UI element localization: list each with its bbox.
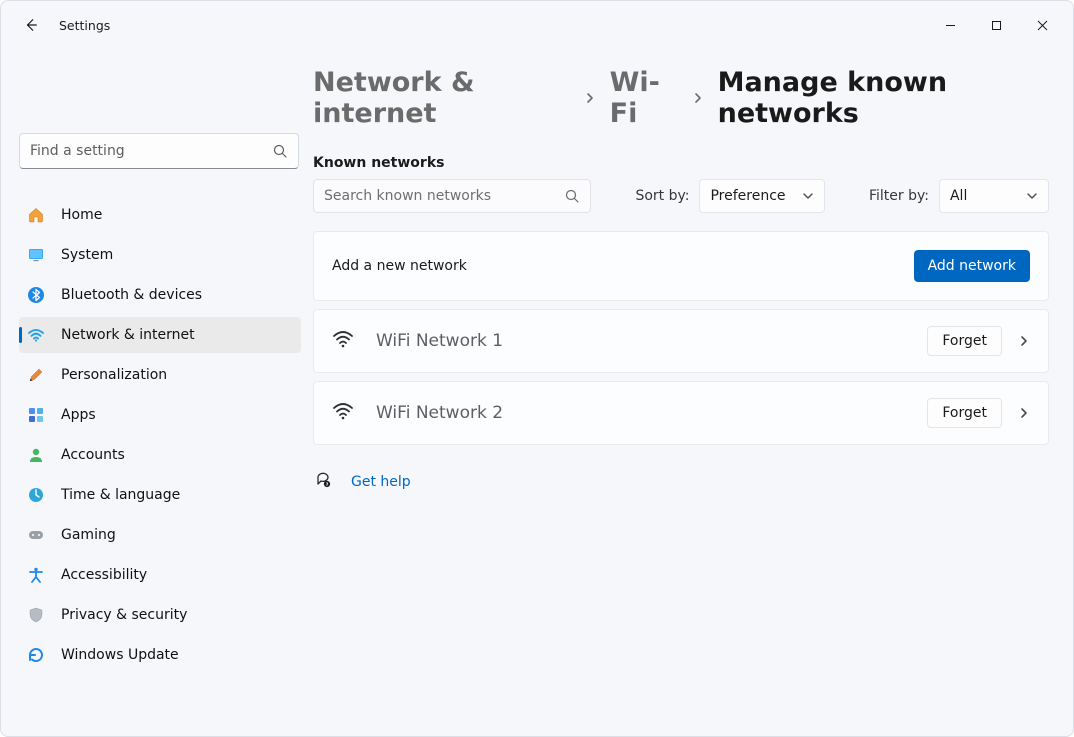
chevron-down-icon bbox=[1026, 187, 1038, 206]
sidebar-item-label: Accounts bbox=[61, 447, 125, 463]
bluetooth-icon bbox=[27, 286, 45, 304]
wifi-icon bbox=[332, 328, 354, 354]
wifi-icon bbox=[27, 326, 45, 344]
sidebar-item-label: Windows Update bbox=[61, 647, 179, 663]
search-settings[interactable] bbox=[19, 133, 299, 169]
search-icon bbox=[564, 188, 580, 204]
main-content: Network & internet Wi-Fi Manage known ne… bbox=[313, 49, 1073, 736]
chevron-right-icon bbox=[692, 88, 704, 109]
chevron-right-icon bbox=[584, 88, 596, 109]
sidebar-item-gaming[interactable]: Gaming bbox=[19, 517, 301, 553]
sidebar-item-accounts[interactable]: Accounts bbox=[19, 437, 301, 473]
sidebar-item-system[interactable]: System bbox=[19, 237, 301, 273]
apps-icon bbox=[27, 406, 45, 424]
breadcrumb-wifi[interactable]: Wi-Fi bbox=[610, 67, 678, 129]
search-icon bbox=[272, 143, 288, 159]
page-title: Manage known networks bbox=[718, 67, 1049, 129]
back-arrow-icon bbox=[24, 18, 38, 32]
sort-by-group: Sort by: Preference bbox=[635, 179, 824, 213]
search-known-networks[interactable] bbox=[313, 179, 591, 213]
sidebar-item-privacy[interactable]: Privacy & security bbox=[19, 597, 301, 633]
sidebar-item-label: Network & internet bbox=[61, 327, 195, 343]
sidebar: Home System Bluetooth & devices bbox=[1, 49, 313, 736]
personalization-icon bbox=[27, 366, 45, 384]
sort-by-label: Sort by: bbox=[635, 188, 689, 204]
title-bar: Settings bbox=[1, 1, 1073, 49]
windows-update-icon bbox=[27, 646, 45, 664]
filter-by-dropdown[interactable]: All bbox=[939, 179, 1049, 213]
sidebar-item-accessibility[interactable]: Accessibility bbox=[19, 557, 301, 593]
filter-by-value: All bbox=[950, 188, 967, 204]
sidebar-item-windows-update[interactable]: Windows Update bbox=[19, 637, 301, 673]
maximize-button[interactable] bbox=[973, 10, 1019, 40]
sort-by-dropdown[interactable]: Preference bbox=[699, 179, 824, 213]
sort-by-value: Preference bbox=[710, 188, 785, 204]
sidebar-item-label: Privacy & security bbox=[61, 607, 187, 623]
sidebar-item-personalization[interactable]: Personalization bbox=[19, 357, 301, 393]
sidebar-item-bluetooth[interactable]: Bluetooth & devices bbox=[19, 277, 301, 313]
sidebar-item-apps[interactable]: Apps bbox=[19, 397, 301, 433]
app-title: Settings bbox=[59, 18, 110, 33]
forget-button[interactable]: Forget bbox=[927, 326, 1002, 356]
network-name: WiFi Network 1 bbox=[376, 331, 503, 351]
minimize-button[interactable] bbox=[927, 10, 973, 40]
get-help-row: ? Get help bbox=[313, 471, 1049, 493]
sidebar-item-label: Bluetooth & devices bbox=[61, 287, 202, 303]
add-network-text: Add a new network bbox=[332, 258, 467, 274]
gaming-icon bbox=[27, 526, 45, 544]
sidebar-item-home[interactable]: Home bbox=[19, 197, 301, 233]
forget-button[interactable]: Forget bbox=[927, 398, 1002, 428]
controls-row: Sort by: Preference Filter by: All bbox=[313, 179, 1049, 213]
sidebar-item-network[interactable]: Network & internet bbox=[19, 317, 301, 353]
close-icon bbox=[1037, 20, 1048, 31]
settings-window: Settings bbox=[0, 0, 1074, 737]
home-icon bbox=[27, 206, 45, 224]
network-actions: Forget bbox=[927, 326, 1030, 356]
minimize-icon bbox=[945, 20, 956, 31]
accessibility-icon bbox=[27, 566, 45, 584]
chevron-right-icon bbox=[1018, 404, 1030, 423]
filter-by-label: Filter by: bbox=[869, 188, 929, 204]
network-name: WiFi Network 2 bbox=[376, 403, 503, 423]
sidebar-item-label: System bbox=[61, 247, 113, 263]
accounts-icon bbox=[27, 446, 45, 464]
get-help-link[interactable]: Get help bbox=[351, 474, 411, 490]
system-icon bbox=[27, 246, 45, 264]
filter-by-group: Filter by: All bbox=[869, 179, 1049, 213]
sidebar-item-label: Accessibility bbox=[61, 567, 147, 583]
add-network-button[interactable]: Add network bbox=[914, 250, 1030, 282]
breadcrumb-network-internet[interactable]: Network & internet bbox=[313, 67, 570, 129]
close-button[interactable] bbox=[1019, 10, 1065, 40]
chevron-down-icon bbox=[802, 187, 814, 206]
breadcrumb: Network & internet Wi-Fi Manage known ne… bbox=[313, 67, 1049, 129]
sidebar-item-time-language[interactable]: Time & language bbox=[19, 477, 301, 513]
sidebar-item-label: Gaming bbox=[61, 527, 116, 543]
sidebar-item-label: Time & language bbox=[61, 487, 180, 503]
help-icon: ? bbox=[315, 471, 333, 493]
network-row[interactable]: WiFi Network 1 Forget bbox=[313, 309, 1049, 373]
privacy-icon bbox=[27, 606, 45, 624]
add-network-card: Add a new network Add network bbox=[313, 231, 1049, 301]
window-caption-controls bbox=[927, 10, 1065, 40]
search-known-networks-input[interactable] bbox=[324, 188, 564, 204]
maximize-icon bbox=[991, 20, 1002, 31]
time-language-icon bbox=[27, 486, 45, 504]
sidebar-item-label: Home bbox=[61, 207, 102, 223]
sidebar-item-label: Personalization bbox=[61, 367, 167, 383]
sidebar-item-label: Apps bbox=[61, 407, 96, 423]
wifi-icon bbox=[332, 400, 354, 426]
network-actions: Forget bbox=[927, 398, 1030, 428]
chevron-right-icon bbox=[1018, 332, 1030, 351]
svg-text:?: ? bbox=[326, 482, 329, 488]
network-row[interactable]: WiFi Network 2 Forget bbox=[313, 381, 1049, 445]
section-title: Known networks bbox=[313, 155, 1049, 171]
search-settings-input[interactable] bbox=[30, 143, 272, 159]
back-button[interactable] bbox=[19, 13, 43, 37]
sidebar-nav: Home System Bluetooth & devices bbox=[19, 197, 301, 673]
